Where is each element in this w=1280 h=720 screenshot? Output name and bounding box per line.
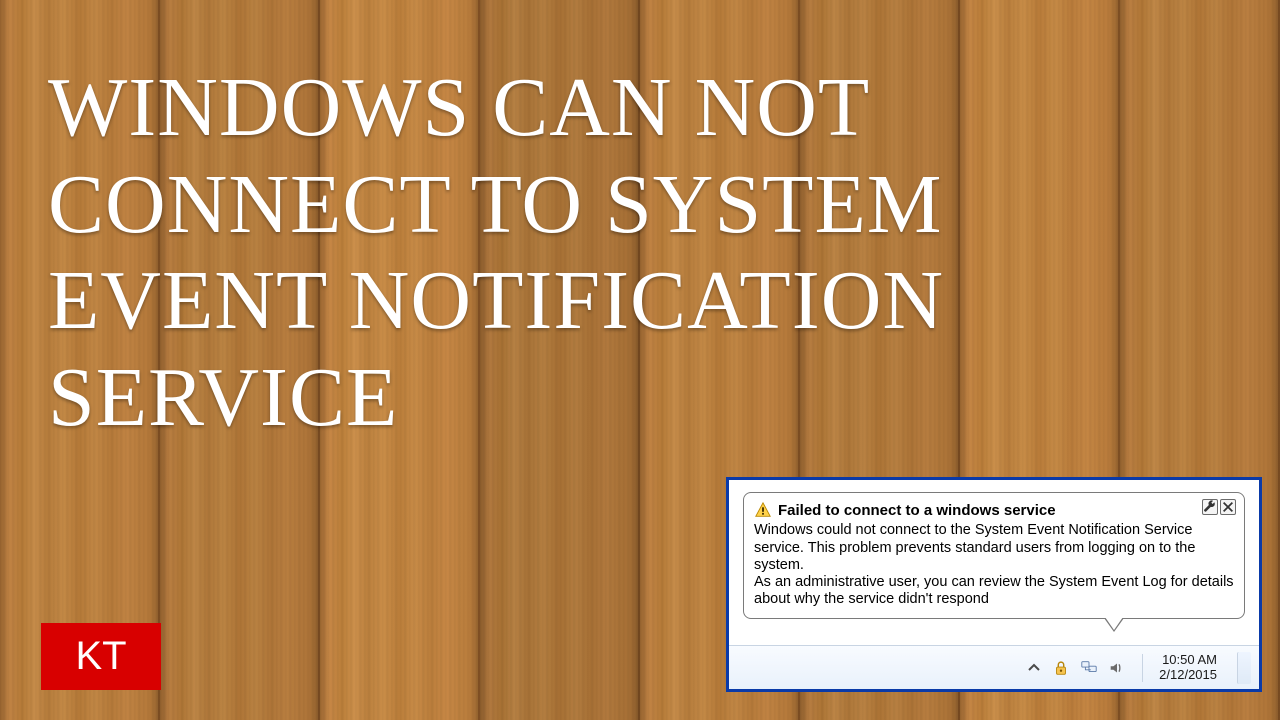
notification-balloon[interactable]: Failed to connect to a windows service W… [743, 492, 1245, 619]
chevron-up-icon[interactable] [1026, 660, 1042, 676]
taskbar-clock[interactable]: 10:50 AM 2/12/2015 [1153, 653, 1223, 683]
lock-icon[interactable] [1052, 659, 1070, 677]
network-icon[interactable] [1080, 659, 1098, 677]
clock-date: 2/12/2015 [1159, 668, 1217, 683]
brand-badge: KT [41, 623, 161, 690]
balloon-title: Failed to connect to a windows service [778, 502, 1056, 519]
volume-icon[interactable] [1108, 659, 1126, 677]
warning-icon [754, 501, 772, 519]
headline-text: WINDOWS CAN NOT CONNECT TO SYSTEM EVENT … [48, 60, 1220, 446]
show-desktop-button[interactable] [1237, 652, 1251, 684]
clock-time: 10:50 AM [1159, 653, 1217, 668]
taskbar: 10:50 AM 2/12/2015 [729, 645, 1259, 689]
balloon-body: Windows could not connect to the System … [754, 522, 1234, 608]
balloon-tail [1104, 618, 1124, 632]
notification-capture: Failed to connect to a windows service W… [726, 477, 1262, 692]
